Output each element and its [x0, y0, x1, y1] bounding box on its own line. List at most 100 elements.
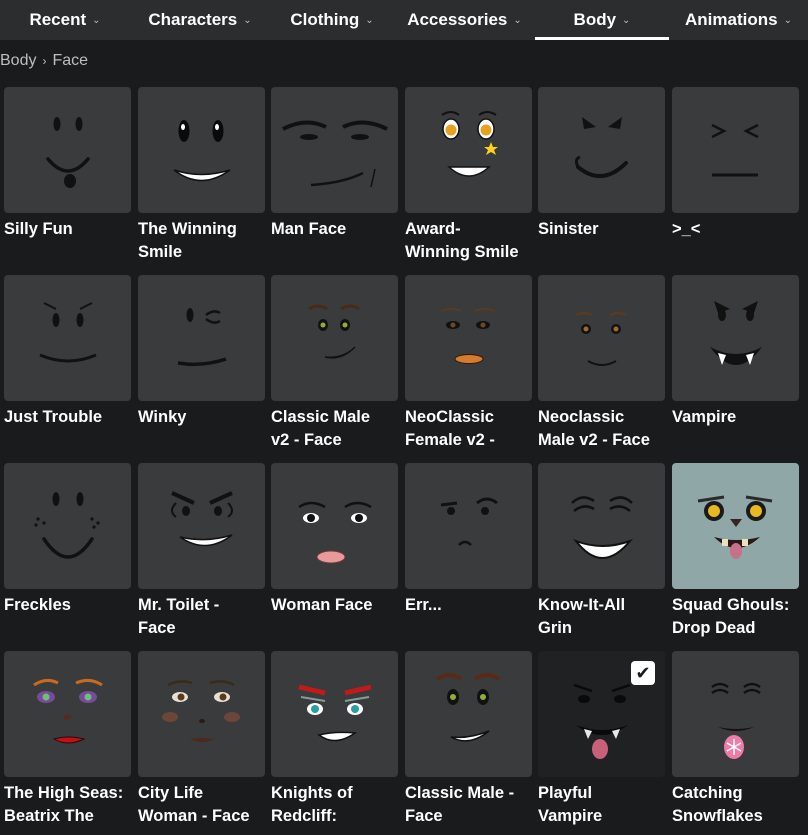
item-name-line: Woman - Face: [138, 807, 250, 825]
item-name-line: Winning Smile: [405, 243, 519, 261]
item-name-line: Grin: [538, 619, 572, 637]
item-name: Sinister: [538, 218, 665, 241]
item-name: Neoclassic Male v2 - Face: [538, 406, 665, 452]
item-name-line: Sinister: [538, 220, 599, 238]
item-name-line: Classic Male -: [405, 784, 515, 802]
item-name-line: Playful: [538, 784, 593, 802]
item-name-line: Neoclassic: [538, 408, 625, 426]
item-name-line: >_<: [672, 220, 701, 238]
item-name: Classic Male - Face: [405, 782, 532, 828]
item-thumbnail: ✔: [538, 651, 665, 777]
item-thumbnail: [4, 87, 131, 213]
face-mr-toilet: [171, 491, 233, 547]
item-name-line: Male v2 - Face: [538, 431, 650, 449]
item-name-line: Woman Face: [271, 596, 373, 614]
face-city-life-woman: [162, 680, 240, 742]
item-thumbnail: [672, 275, 799, 401]
item-name-line: Vampire: [538, 807, 603, 825]
item-name-line: Smile: [138, 243, 183, 261]
item-name-line: Mr. Toilet -: [138, 596, 220, 614]
item-thumbnail: [405, 651, 532, 777]
face-winning-smile: [173, 120, 231, 182]
item-name: >_<: [672, 218, 799, 241]
face-man-face: [282, 120, 388, 188]
item-name: Freckles: [4, 594, 131, 617]
item-name-line: Classic Male: [271, 408, 371, 426]
item-name-line: Catching: [672, 784, 743, 802]
item-thumbnail: [672, 463, 799, 589]
item-name-line: Award-: [405, 220, 461, 238]
item-name: The High Seas: Beatrix The: [4, 782, 131, 828]
item-name-line: The High Seas:: [4, 784, 124, 802]
item-name: Playful Vampire: [538, 782, 665, 828]
face-vampire: [710, 301, 762, 365]
item-name: City Life Woman - Face: [138, 782, 265, 828]
item-thumbnail: [405, 463, 532, 589]
item-name-line: Silly Fun: [4, 220, 73, 238]
item-name: Squad Ghouls: Drop Dead: [672, 594, 799, 640]
item-thumbnail: [538, 463, 665, 589]
face-silly-fun: [46, 117, 90, 188]
face-classic-male-v2: [308, 304, 360, 359]
item-thumbnail: [405, 87, 532, 213]
item-name: Man Face: [271, 218, 398, 241]
item-name: Just Trouble: [4, 406, 131, 429]
item-name: Silly Fun: [4, 218, 131, 241]
item-thumbnail: [672, 651, 799, 777]
item-name-line: Squad Ghouls:: [672, 596, 790, 614]
item-thumbnail: [138, 87, 265, 213]
face-award-winning-smile: [441, 111, 498, 177]
face-sinister: [574, 117, 628, 178]
item-name: Mr. Toilet - Face: [138, 594, 265, 640]
item-name-line: Redcliff:: [271, 807, 337, 825]
item-name-line: Beatrix The: [4, 807, 94, 825]
item-name: Winky: [138, 406, 265, 429]
face-err: [440, 497, 498, 546]
item-name: Woman Face: [271, 594, 398, 617]
item-name: Knights of Redcliff:: [271, 782, 398, 828]
item-thumbnail: [271, 275, 398, 401]
item-name-line: Face: [138, 619, 176, 637]
item-thumbnail: [271, 651, 398, 777]
face-x-eyes: [711, 123, 759, 177]
face-beatrix: [33, 678, 103, 744]
item-name-line: Winky: [138, 408, 187, 426]
item-name-line: Face: [405, 807, 443, 825]
item-name: Award- Winning Smile: [405, 218, 532, 264]
face-know-it-all-grin: [571, 496, 634, 559]
face-winky: [177, 308, 227, 367]
item-name-line: NeoClassic: [405, 408, 494, 426]
item-name-line: Drop Dead: [672, 619, 756, 637]
item-name-line: City Life: [138, 784, 204, 802]
item-thumbnail: [672, 87, 799, 213]
face-catching-snowflakes: [711, 682, 761, 759]
item-name-line: v2 - Face: [271, 431, 342, 449]
item-name: Catching Snowflakes: [672, 782, 799, 828]
face-neoclassic-female: [440, 308, 496, 364]
item-name-line: Err...: [405, 596, 442, 614]
selected-check-icon: ✔: [631, 661, 655, 685]
face-freckles: [34, 492, 100, 559]
item-thumbnail: [138, 651, 265, 777]
face-neoclassic-male: [575, 311, 627, 366]
item-thumbnail: [138, 275, 265, 401]
item-name-line: Know-It-All: [538, 596, 626, 614]
item-thumbnail: [271, 463, 398, 589]
item-name-line: Freckles: [4, 596, 71, 614]
item-name-line: Just Trouble: [4, 408, 103, 426]
face-classic-male: [435, 673, 501, 742]
item-grid: Silly Fun The Winning Smile Man Face Awa…: [0, 0, 808, 835]
face-squad-ghouls: [697, 495, 773, 559]
item-name-line: Knights of: [271, 784, 353, 802]
item-name: The Winning Smile: [138, 218, 265, 264]
face-woman-face: [298, 501, 372, 564]
face-knights-of-redcliff: [298, 684, 372, 742]
item-name: Know-It-All Grin: [538, 594, 665, 640]
item-name-line: Vampire: [672, 408, 737, 426]
item-name: Err...: [405, 594, 532, 617]
item-name: NeoClassic Female v2 -: [405, 406, 532, 452]
item-thumbnail: [4, 275, 131, 401]
item-thumbnail: [271, 87, 398, 213]
item-thumbnail: [405, 275, 532, 401]
item-name: Vampire: [672, 406, 799, 429]
